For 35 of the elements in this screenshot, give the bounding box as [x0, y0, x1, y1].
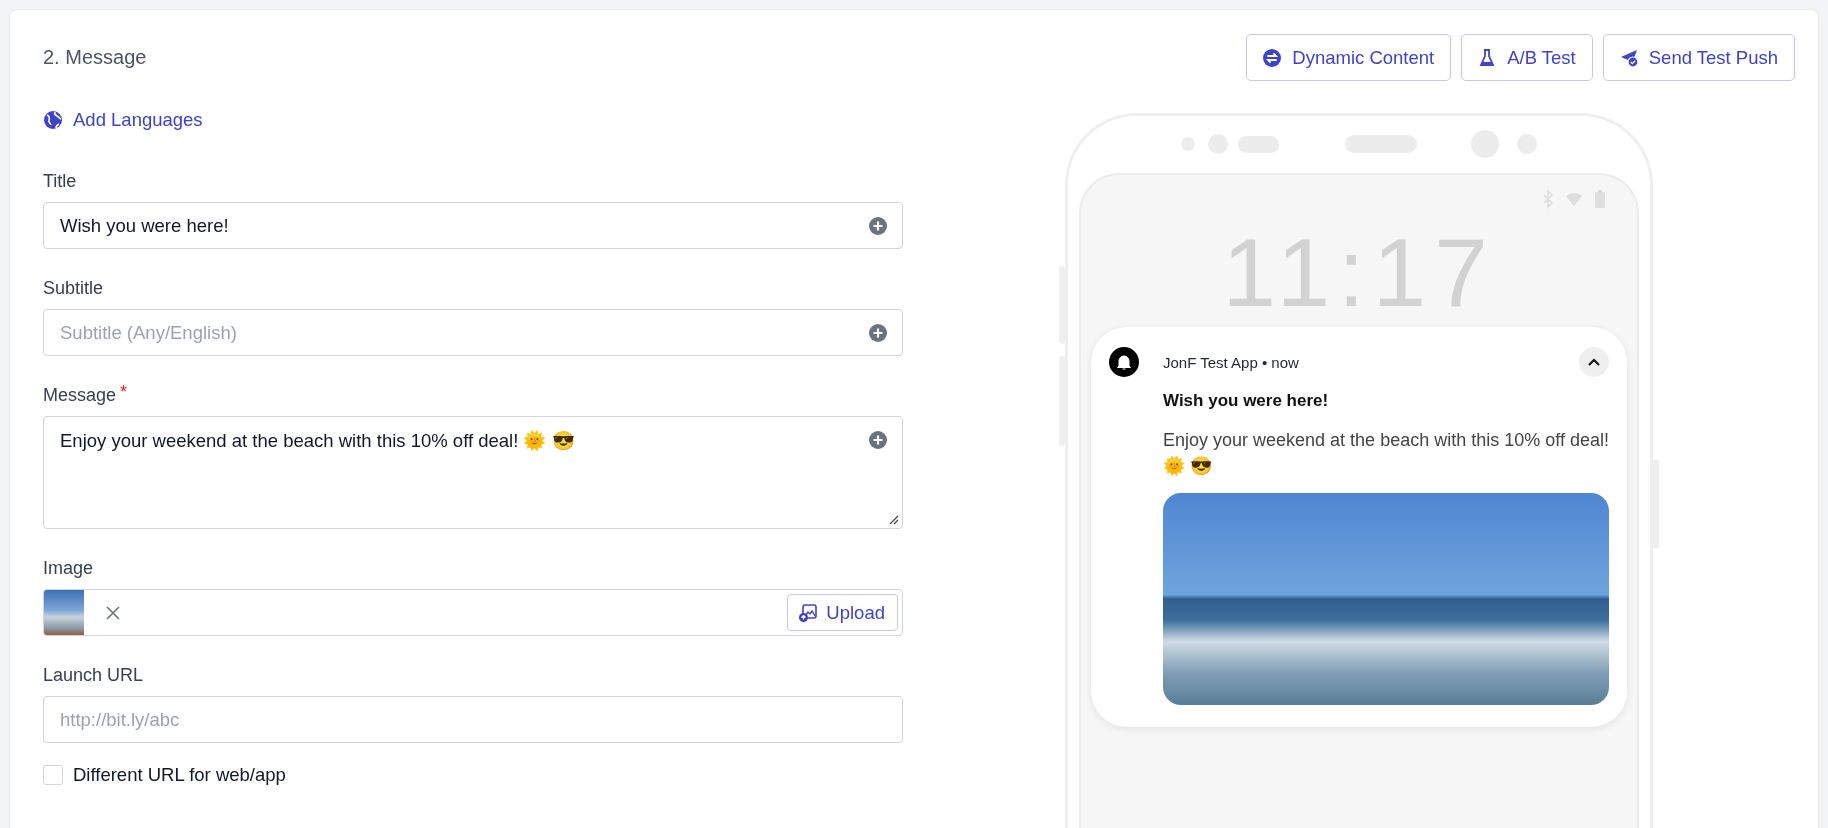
- swap-arrows-icon: [1262, 47, 1283, 68]
- checkbox-label: Different URL for web/app: [73, 764, 286, 786]
- toolbar-button[interactable]: Send Test Push: [1602, 34, 1795, 81]
- add-languages-link[interactable]: Add Languages: [43, 109, 203, 131]
- upload-button[interactable]: Upload: [787, 594, 898, 631]
- checkbox[interactable]: [43, 765, 63, 785]
- message-textarea[interactable]: Enjoy your weekend at the beach with this 10% off deal! 🌞 😎: [43, 416, 903, 529]
- text-input[interactable]: Wish you were here!: [43, 202, 903, 249]
- globe-icon: [43, 110, 63, 130]
- bell-icon: [1109, 347, 1139, 377]
- field-label: Subtitle: [43, 278, 104, 299]
- add-icon[interactable]: [868, 430, 888, 450]
- add-icon[interactable]: [868, 215, 888, 236]
- required-mark: *: [120, 385, 128, 404]
- field-label: Launch URL: [43, 665, 144, 686]
- app-name: JonF Test App • now: [1163, 353, 1300, 371]
- add-icon[interactable]: [868, 322, 888, 343]
- field-label: Message: [43, 385, 117, 406]
- resize-grip-icon[interactable]: [887, 513, 899, 525]
- notification-body: Enjoy your weekend at the beach with this 10% off deal! 🌞 😎: [1163, 429, 1609, 478]
- field-placeholder: http://bit.ly/abc: [60, 708, 181, 731]
- image-input[interactable]: Upload: [43, 589, 903, 636]
- notification-title: Wish you were here!: [1163, 391, 1330, 411]
- toolbar-button[interactable]: Dynamic Content: [1246, 34, 1452, 81]
- collapse-button[interactable]: [1579, 347, 1609, 377]
- field-label: Image: [43, 558, 94, 579]
- field-value: Enjoy your weekend at the beach with this 10% off deal! 🌞 😎: [60, 430, 576, 452]
- section-title: 2. Message: [43, 46, 147, 69]
- field-value: Wish you were here!: [60, 214, 230, 237]
- field-placeholder: Subtitle (Any/English): [60, 321, 238, 344]
- toolbar-button[interactable]: A/B Test: [1461, 34, 1593, 81]
- field-label: Title: [43, 171, 77, 192]
- close-icon[interactable]: [104, 603, 122, 622]
- image-thumbnail: [44, 590, 84, 635]
- image-upload-icon: [798, 602, 819, 623]
